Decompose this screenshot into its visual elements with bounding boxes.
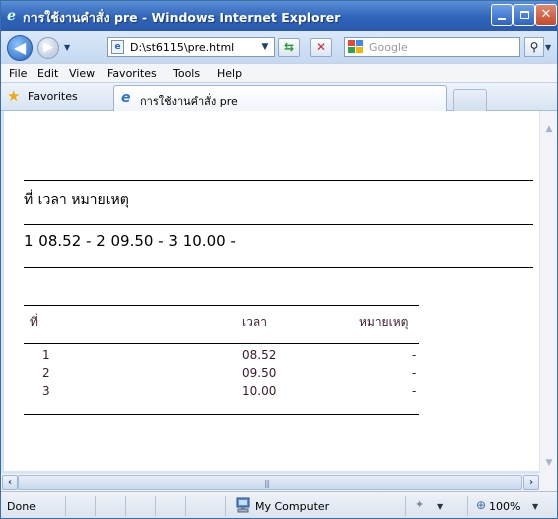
horizontal-rule — [24, 343, 419, 344]
tab-active[interactable]: e การใช้งานคำสั่ง pre — [113, 85, 447, 111]
menu-view[interactable]: View — [69, 67, 95, 80]
horizontal-scroll-thumb[interactable]: ||| — [18, 475, 522, 490]
search-input[interactable]: Google — [344, 37, 520, 57]
forward-arrow-icon: ▶ — [43, 40, 53, 55]
menu-tools[interactable]: Tools — [173, 67, 200, 80]
address-field[interactable]: e D:\st6115\pre.html ▼ — [107, 37, 275, 57]
favorites-button[interactable]: Favorites — [28, 90, 78, 103]
table-cell-note: - — [412, 384, 417, 398]
zoom-icon[interactable]: ⊕ — [476, 498, 486, 512]
forward-button[interactable]: ▶ — [37, 37, 59, 59]
back-button[interactable]: ◀ — [7, 35, 33, 61]
table-cell-time: 10.00 — [242, 384, 277, 398]
scroll-right-icon: › — [528, 477, 534, 488]
scrollbar-corner — [539, 473, 557, 491]
table-cell-number: 1 — [42, 348, 50, 362]
protected-mode-dropdown-icon[interactable]: ▼ — [437, 502, 443, 511]
my-computer-icon — [236, 497, 250, 513]
table-cell-number: 3 — [42, 384, 50, 398]
status-divider — [225, 496, 226, 516]
tab-title: การใช้งานคำสั่ง pre — [140, 95, 238, 108]
close-button[interactable]: ✕ — [535, 4, 557, 26]
menu-file[interactable]: File — [9, 67, 27, 80]
ie-tab-icon: e — [121, 90, 131, 106]
menu-help[interactable]: Help — [217, 67, 242, 80]
search-button[interactable]: ⚲ — [524, 37, 544, 57]
column-header-time: เวลา — [242, 315, 267, 329]
scroll-right-button[interactable]: › — [523, 475, 539, 490]
maximize-icon — [519, 11, 529, 19]
zoom-level[interactable]: 100% — [489, 500, 520, 513]
stop-icon: ✕ — [315, 40, 327, 54]
collapsed-line: 1 08.52 - 2 09.50 - 3 10.00 - — [24, 232, 236, 250]
title-bar: ℯ การใช้งานคำสั่ง pre - Windows Internet… — [1, 1, 557, 31]
scroll-down-icon[interactable]: ▼ — [541, 455, 557, 471]
security-zone: My Computer — [255, 500, 330, 513]
vertical-scrollbar-top: ▲ — [539, 111, 557, 141]
zoom-dropdown-icon[interactable]: ▼ — [532, 502, 538, 511]
scroll-up-icon[interactable]: ▲ — [541, 121, 557, 137]
menu-bar: File Edit View Favorites Tools Help — [1, 63, 557, 83]
window-title: การใช้งานคำสั่ง pre - Windows Internet E… — [23, 10, 341, 25]
scroll-left-icon: ‹ — [7, 477, 13, 488]
horizontal-rule — [24, 414, 419, 415]
browser-window: ℯ การใช้งานคำสั่ง pre - Windows Internet… — [0, 0, 558, 519]
back-arrow-icon: ◀ — [13, 38, 27, 57]
status-divider — [125, 496, 126, 516]
table-cell-note: - — [412, 348, 417, 362]
table-cell-time: 09.50 — [242, 366, 277, 380]
stop-button[interactable]: ✕ — [310, 38, 332, 57]
navigation-bar: ◀ ▶ ▼ e D:\st6115\pre.html ▼ ⇆ ✕ Google … — [1, 31, 557, 63]
favorites-star-icon[interactable]: ★ — [7, 89, 20, 104]
google-logo-icon — [348, 40, 364, 54]
horizontal-rule — [24, 305, 419, 306]
column-header-number: ที่ — [30, 315, 38, 329]
recent-pages-dropdown-icon[interactable]: ▼ — [64, 43, 70, 52]
refresh-button[interactable]: ⇆ — [278, 38, 300, 57]
minimize-icon — [498, 18, 506, 20]
search-placeholder: Google — [369, 41, 408, 54]
status-divider — [405, 496, 406, 516]
new-tab-button[interactable] — [453, 89, 487, 111]
menu-edit[interactable]: Edit — [37, 67, 58, 80]
search-icon: ⚲ — [529, 40, 539, 54]
horizontal-rule — [24, 224, 533, 225]
horizontal-rule — [24, 180, 533, 181]
menu-favorites[interactable]: Favorites — [107, 67, 157, 80]
status-text: Done — [7, 500, 36, 513]
close-icon: ✕ — [540, 7, 552, 22]
status-divider — [65, 496, 66, 516]
vertical-scrollbar[interactable]: ▼ — [539, 141, 557, 473]
status-divider — [185, 496, 186, 516]
table-cell-time: 08.52 — [242, 348, 277, 362]
maximize-button[interactable] — [513, 4, 535, 26]
page-icon: e — [111, 40, 124, 54]
status-divider — [155, 496, 156, 516]
scroll-left-button[interactable]: ‹ — [2, 475, 18, 490]
page-top-area — [4, 111, 539, 141]
address-url: D:\st6115\pre.html — [130, 41, 235, 54]
horizontal-rule — [24, 267, 533, 268]
status-divider — [467, 496, 468, 516]
status-bar: Done My Computer ✦ ▼ ⊕ 100% ▼ — [1, 491, 557, 518]
address-dropdown-icon[interactable]: ▼ — [258, 39, 272, 55]
horizontal-scrollbar[interactable]: ‹ ||| › — [1, 473, 539, 491]
column-header-note: หมายเหตุ — [359, 315, 409, 329]
grip-icon: ||| — [264, 479, 270, 488]
table-cell-note: - — [412, 366, 417, 380]
refresh-icon: ⇆ — [283, 40, 295, 54]
ie-logo-icon: ℯ — [7, 8, 16, 24]
favorites-bar: ★ Favorites e การใช้งานคำสั่ง pre — [1, 83, 557, 111]
search-options-dropdown-icon[interactable]: ▼ — [545, 43, 551, 52]
heading-line: ที่ เวลา หมายเหตุ — [24, 192, 129, 208]
protected-mode-icon[interactable]: ✦ — [415, 498, 424, 511]
page-content: ที่ เวลา หมายเหตุ 1 08.52 - 2 09.50 - 3 … — [4, 141, 539, 471]
minimize-button[interactable] — [491, 4, 513, 26]
status-divider — [95, 496, 96, 516]
table-cell-number: 2 — [42, 366, 50, 380]
